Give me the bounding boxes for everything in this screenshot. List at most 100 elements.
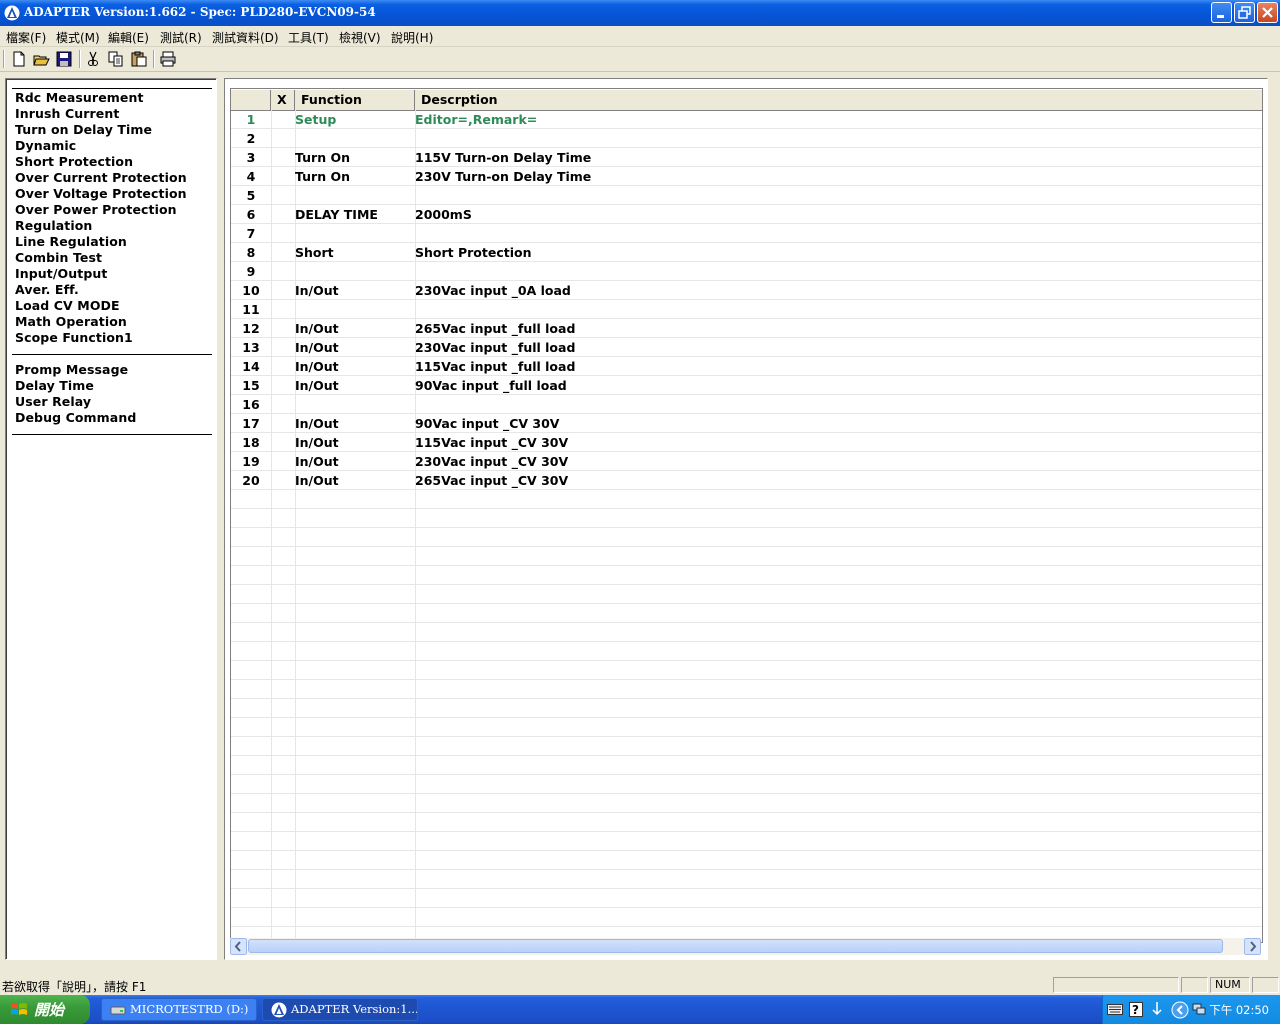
table-row[interactable]: 14 In/Out 115Vac input _full load [231,357,1262,376]
list-item[interactable]: Dynamic [15,138,76,153]
table-row[interactable]: 16 [231,395,1262,414]
table-row[interactable] [231,718,1262,737]
table-row[interactable]: 8 Short Short Protection [231,243,1262,262]
menu-tools[interactable]: 工具(T) [288,29,329,46]
menu-view[interactable]: 檢視(V) [339,29,381,46]
test-sequence-grid[interactable]: X Function Descrption 1 Setup Editor=,Rema… [230,88,1263,943]
table-row[interactable]: 15 In/Out 90Vac input _full load [231,376,1262,395]
table-row[interactable] [231,794,1262,813]
open-icon[interactable] [32,50,50,68]
table-row[interactable] [231,737,1262,756]
header-description[interactable]: Descrption [415,90,1262,110]
menu-test[interactable]: 測試(R) [160,29,202,46]
menu-edit[interactable]: 編輯(E) [108,29,149,46]
print-icon[interactable] [159,50,177,68]
table-row[interactable] [231,623,1262,642]
table-row[interactable] [231,509,1262,528]
table-row[interactable] [231,775,1262,794]
header-function[interactable]: Function [295,90,415,110]
list-item[interactable]: Combin Test [15,250,102,265]
list-item[interactable]: Over Voltage Protection [15,186,187,201]
table-row[interactable] [231,604,1262,623]
list-item[interactable]: Load CV MODE [15,298,120,313]
table-row[interactable]: 11 [231,300,1262,319]
close-button[interactable] [1257,2,1278,23]
table-row[interactable] [231,813,1262,832]
table-row[interactable]: 6 DELAY TIME 2000mS [231,205,1262,224]
scroll-right-icon[interactable] [1244,938,1261,955]
list-item[interactable]: Delay Time [15,378,94,393]
list-item[interactable]: Aver. Eff. [15,282,79,297]
table-row[interactable] [231,490,1262,509]
help-icon[interactable]: ? [1129,1002,1143,1017]
list-item[interactable]: Short Protection [15,154,133,169]
input-method-icon[interactable] [1151,1000,1163,1018]
list-item[interactable]: Rdc Measurement [15,90,144,105]
table-row[interactable] [231,585,1262,604]
table-row[interactable] [231,528,1262,547]
list-item[interactable]: Scope Function1 [15,330,133,345]
paste-icon[interactable] [130,50,148,68]
table-row[interactable]: 18 In/Out 115Vac input _CV 30V [231,433,1262,452]
list-item[interactable]: User Relay [15,394,91,409]
list-item[interactable]: Turn on Delay Time [15,122,152,137]
save-icon[interactable] [55,50,73,68]
header-row-number[interactable] [231,90,271,110]
list-item[interactable]: Input/Output [15,266,107,281]
table-row[interactable] [231,756,1262,775]
list-item[interactable]: Promp Message [15,362,128,377]
table-row[interactable]: 7 [231,224,1262,243]
table-row[interactable] [231,908,1262,927]
list-item[interactable]: Math Operation [15,314,127,329]
minimize-button[interactable] [1211,2,1232,23]
title-bar[interactable]: ADAPTER Version:1.662 - Spec: PLD280-EVC… [0,0,1280,26]
list-item[interactable]: Regulation [15,218,92,233]
list-item[interactable]: Over Power Protection [15,202,177,217]
menu-help[interactable]: 說明(H) [391,29,433,46]
table-row[interactable]: 3 Turn On 115V Turn-on Delay Time [231,148,1262,167]
scroll-thumb[interactable] [248,939,1223,953]
header-x[interactable]: X [271,90,295,110]
table-row[interactable] [231,566,1262,585]
table-row[interactable]: 13 In/Out 230Vac input _full load [231,338,1262,357]
menu-file[interactable]: 檔案(F) [6,29,46,46]
table-row[interactable]: 9 [231,262,1262,281]
menu-test-data[interactable]: 測試資料(D) [212,29,279,46]
network-icon[interactable] [1191,1001,1207,1017]
table-row[interactable] [231,661,1262,680]
taskbar-item-adapter[interactable]: ADAPTER Version:1.... [262,998,418,1021]
table-row[interactable]: 12 In/Out 265Vac input _full load [231,319,1262,338]
show-hidden-icons-icon[interactable] [1171,1001,1189,1019]
table-row[interactable] [231,832,1262,851]
table-row[interactable] [231,680,1262,699]
list-item[interactable]: Over Current Protection [15,170,187,185]
list-item[interactable]: Line Regulation [15,234,127,249]
table-row[interactable]: 1 Setup Editor=,Remark= [231,110,1262,129]
copy-icon[interactable] [107,50,125,68]
table-row[interactable]: 19 In/Out 230Vac input _CV 30V [231,452,1262,471]
cut-icon[interactable] [84,50,102,68]
new-icon[interactable] [10,50,28,68]
table-row[interactable] [231,889,1262,908]
row-function: Short [295,245,334,260]
table-row[interactable] [231,851,1262,870]
table-row[interactable]: 20 In/Out 265Vac input _CV 30V [231,471,1262,490]
table-row[interactable] [231,547,1262,566]
table-row[interactable]: 5 [231,186,1262,205]
start-button[interactable]: 開始 [0,995,90,1024]
table-row[interactable] [231,699,1262,718]
table-row[interactable] [231,642,1262,661]
restore-button[interactable] [1234,2,1255,23]
horizontal-scrollbar[interactable] [230,938,1261,955]
menu-mode[interactable]: 模式(M) [56,29,100,46]
scroll-left-icon[interactable] [230,938,247,955]
table-row[interactable]: 10 In/Out 230Vac input _0A load [231,281,1262,300]
keyboard-icon[interactable] [1107,1003,1123,1016]
list-item[interactable]: Debug Command [15,410,136,425]
table-row[interactable]: 2 [231,129,1262,148]
table-row[interactable]: 4 Turn On 230V Turn-on Delay Time [231,167,1262,186]
table-row[interactable] [231,870,1262,889]
taskbar-item-drive[interactable]: MICROTESTRD (D:) [101,998,257,1021]
list-item[interactable]: Inrush Current [15,106,119,121]
table-row[interactable]: 17 In/Out 90Vac input _CV 30V [231,414,1262,433]
